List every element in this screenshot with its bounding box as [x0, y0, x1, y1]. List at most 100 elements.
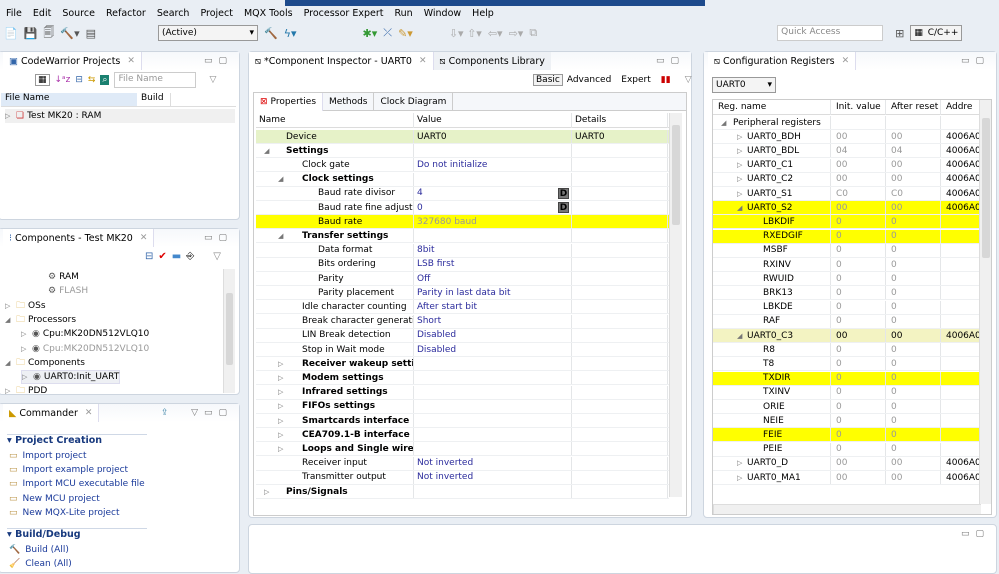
build-active-icon[interactable]: 🔨 [264, 27, 278, 40]
property-row[interactable]: ▷ Pins/Signals [256, 485, 669, 499]
property-row[interactable]: Clock gate Do not initialize [256, 158, 669, 173]
commander-link[interactable]: ▭ New MCU project [9, 494, 100, 504]
menu-search[interactable]: Search [157, 8, 190, 19]
expanded-arrow-icon[interactable]: ◢ [5, 359, 13, 367]
register-row[interactable]: ▷ UART0_C2 00 00 4006A0 [713, 172, 981, 187]
register-row[interactable]: T8 0 0 [713, 357, 981, 372]
collapse-all-icon[interactable]: ⊟ [145, 251, 153, 262]
property-row[interactable]: ▷ Smartcards interface (IS [256, 414, 669, 428]
register-row[interactable]: LBKDIF 0 0 [713, 215, 981, 230]
chart-icon[interactable]: ▮▮ [661, 75, 671, 85]
default-value-button[interactable]: D [558, 187, 569, 199]
commander-link[interactable]: ▭ Import MCU executable file [9, 479, 145, 489]
close-icon[interactable]: ✕ [85, 408, 93, 418]
column-name[interactable]: Name [256, 113, 414, 128]
expanded-arrow-icon[interactable]: ◢ [721, 116, 729, 129]
register-row[interactable]: RXINV 0 0 [713, 258, 981, 272]
property-row[interactable]: Data format 8bit [256, 243, 669, 258]
collapsed-arrow-icon[interactable]: ▷ [737, 130, 745, 143]
menu-edit[interactable]: Edit [33, 8, 51, 19]
peripheral-select[interactable]: UART0 ▾ [712, 77, 776, 93]
collapsed-arrow-icon[interactable]: ▷ [278, 371, 286, 384]
property-row[interactable]: ▷ Receiver wakeup setting [256, 357, 669, 372]
register-row[interactable]: PEIE 0 0 [713, 442, 981, 457]
collapse-all-icon[interactable]: ⊟ [75, 75, 83, 85]
build-config-select[interactable]: (Active) ▾ [158, 25, 259, 41]
commander-link[interactable]: ▭ Import example project [9, 465, 128, 475]
property-row[interactable]: Device UART0 UART0 [256, 130, 669, 144]
register-row[interactable]: ▷ UART0_BDH 00 00 4006A0 [713, 130, 981, 145]
collapsed-arrow-icon[interactable]: ▷ [21, 330, 29, 338]
commander-link[interactable]: ▭ New MQX-Lite project [9, 508, 120, 518]
save-all-icon[interactable]: 🗐 [43, 24, 54, 43]
collapsed-arrow-icon[interactable]: ▷ [737, 144, 745, 157]
view-menu-icon[interactable]: ▽ [209, 75, 216, 85]
collapsed-arrow-icon[interactable]: ▷ [264, 485, 272, 498]
register-row[interactable]: RAF 0 0 [713, 314, 981, 329]
property-row[interactable]: ▷ Modem settings [256, 371, 669, 386]
minimize-maximize-icons[interactable]: ▭▢ [204, 56, 233, 66]
register-row[interactable]: ORIE 0 0 [713, 400, 981, 414]
menu-run[interactable]: Run [394, 8, 412, 19]
register-row[interactable]: BRK13 0 0 [713, 286, 981, 301]
property-row[interactable]: Baud rate fine adjust 0 D [256, 201, 669, 215]
import-icon[interactable]: ⇪ [161, 408, 169, 418]
mode-advanced-button[interactable]: Advanced [567, 75, 611, 85]
menu-window[interactable]: Window [424, 8, 461, 19]
register-row[interactable]: TXINV 0 0 [713, 385, 981, 400]
property-row[interactable]: Transmitter output Not inverted [256, 470, 669, 485]
collapsed-arrow-icon[interactable]: ▷ [278, 386, 286, 399]
collapsed-arrow-icon[interactable]: ▷ [737, 173, 745, 186]
collapsed-arrow-icon[interactable]: ▷ [737, 471, 745, 484]
registers-horizontal-scrollbar[interactable] [713, 504, 981, 514]
tree-item[interactable]: ▷ 🗀 OSs [5, 299, 46, 313]
tab-components-library[interactable]: ⧅ Components Library [433, 52, 551, 70]
tree-item[interactable]: ◢ 🗀 Processors [5, 313, 76, 327]
search-icon[interactable]: ⌕ [100, 75, 110, 85]
register-row[interactable]: TXDIR 0 0 [713, 371, 981, 386]
property-row[interactable]: Baud rate divisor 4 D [256, 186, 669, 201]
binary-file-icon[interactable]: ▤ [86, 27, 96, 40]
view-menu-icon[interactable]: ▽ [685, 75, 692, 85]
components-scrollbar[interactable] [223, 269, 235, 393]
menu-file[interactable]: File [6, 8, 22, 19]
register-row[interactable]: FEIE 0 0 [713, 428, 981, 443]
subtab-clock-diagram[interactable]: Clock Diagram [373, 93, 454, 111]
sort-icon[interactable]: ↓ᵃz [55, 75, 71, 85]
menu-processor-expert[interactable]: Processor Expert [304, 8, 384, 19]
tab-codewarrior-projects[interactable]: ▣ CodeWarrior Projects ✕ [3, 52, 142, 70]
collapsed-arrow-icon[interactable]: ▷ [5, 387, 13, 395]
register-row[interactable]: ▷ UART0_S1 C0 C0 4006A0 [713, 187, 981, 201]
minimize-maximize-icons[interactable]: ▭▢ [961, 56, 990, 66]
column-addre[interactable]: Addre [941, 100, 981, 115]
flash-icon[interactable]: ϟ▾ [284, 27, 297, 40]
column-value[interactable]: Value [414, 113, 572, 128]
collapsed-arrow-icon[interactable]: ▷ [737, 457, 745, 470]
debug-icon[interactable]: ✱▾ [363, 27, 378, 40]
property-row[interactable]: LIN Break detection Disabled [256, 328, 669, 343]
inspector-vertical-scrollbar[interactable] [669, 113, 682, 497]
tree-item[interactable]: ▷ 🗀 PDD [5, 384, 47, 398]
column-init-value[interactable]: Init. value [831, 100, 886, 115]
project-item[interactable]: ▷ ❏ Test MK20 : RAM [5, 109, 235, 123]
register-row[interactable]: ▷ UART0_D 00 00 4006A0 [713, 456, 981, 471]
register-row[interactable]: ◢ UART0_C3 00 00 4006A0 [713, 329, 981, 343]
subtab-methods[interactable]: Methods [323, 93, 373, 111]
minimize-maximize-icons[interactable]: ▭▢ [656, 56, 685, 66]
register-row[interactable]: ▷ UART0_C1 00 00 4006A0 [713, 158, 981, 173]
link-editor-icon[interactable]: ▦ [35, 74, 50, 86]
column-build[interactable]: Build [137, 93, 171, 106]
tree-item[interactable]: ⚙ RAM [37, 270, 79, 284]
property-row[interactable]: Parity placement Parity in last data bit [256, 286, 669, 301]
close-icon[interactable]: ✕ [842, 56, 850, 66]
collapsed-arrow-icon[interactable]: ▷ [278, 442, 286, 455]
menu-project[interactable]: Project [200, 8, 233, 19]
expanded-arrow-icon[interactable]: ◢ [5, 316, 13, 324]
register-row[interactable]: ◢ Peripheral registers [713, 116, 981, 130]
disconnect-icon[interactable]: ⤫ [383, 26, 392, 40]
register-row[interactable]: ▷ UART0_MA1 00 00 4006A0 [713, 471, 981, 485]
property-row[interactable]: Parity Off [256, 272, 669, 286]
tree-item[interactable]: ▷ ◉ Cpu:MK20DN512VLQ10 [21, 327, 149, 341]
property-row[interactable]: ▷ Loops and Single wire se [256, 442, 669, 457]
property-row[interactable]: Receiver input Not inverted [256, 456, 669, 471]
